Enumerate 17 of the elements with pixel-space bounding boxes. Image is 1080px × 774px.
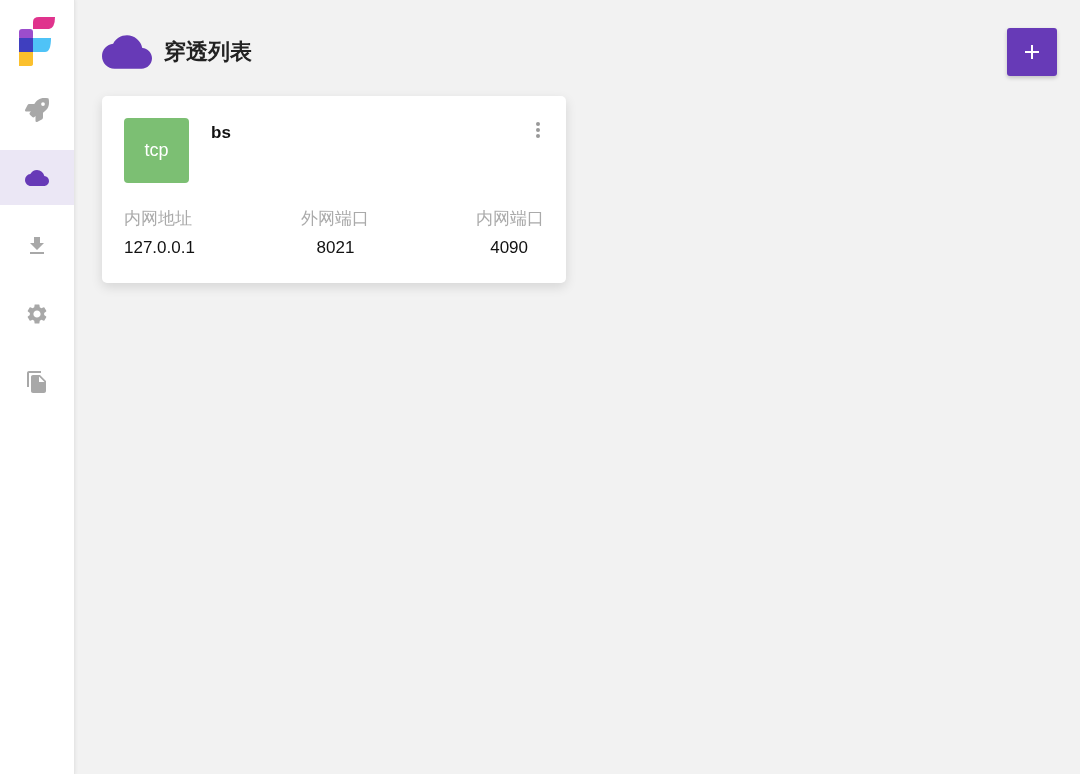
field-value: 8021 xyxy=(316,238,355,258)
documents-icon xyxy=(25,369,49,394)
field-label: 外网端口 xyxy=(301,208,370,230)
more-icon xyxy=(536,122,540,138)
field-label: 内网地址 xyxy=(124,208,192,230)
add-button[interactable] xyxy=(1007,28,1057,76)
settings-icon xyxy=(25,301,49,326)
tunnel-name: bs xyxy=(211,123,232,143)
page-title: 穿透列表 xyxy=(164,38,253,66)
sidebar-item[interactable] xyxy=(0,150,74,205)
more-button[interactable] xyxy=(536,122,540,138)
field-label: 内网端口 xyxy=(476,208,544,230)
protocol-badge: tcp xyxy=(124,118,189,183)
field-value: 4090 xyxy=(490,238,528,258)
app-logo xyxy=(19,16,55,66)
field-value: 127.0.0.1 xyxy=(124,238,195,258)
rocket-icon xyxy=(25,97,49,122)
